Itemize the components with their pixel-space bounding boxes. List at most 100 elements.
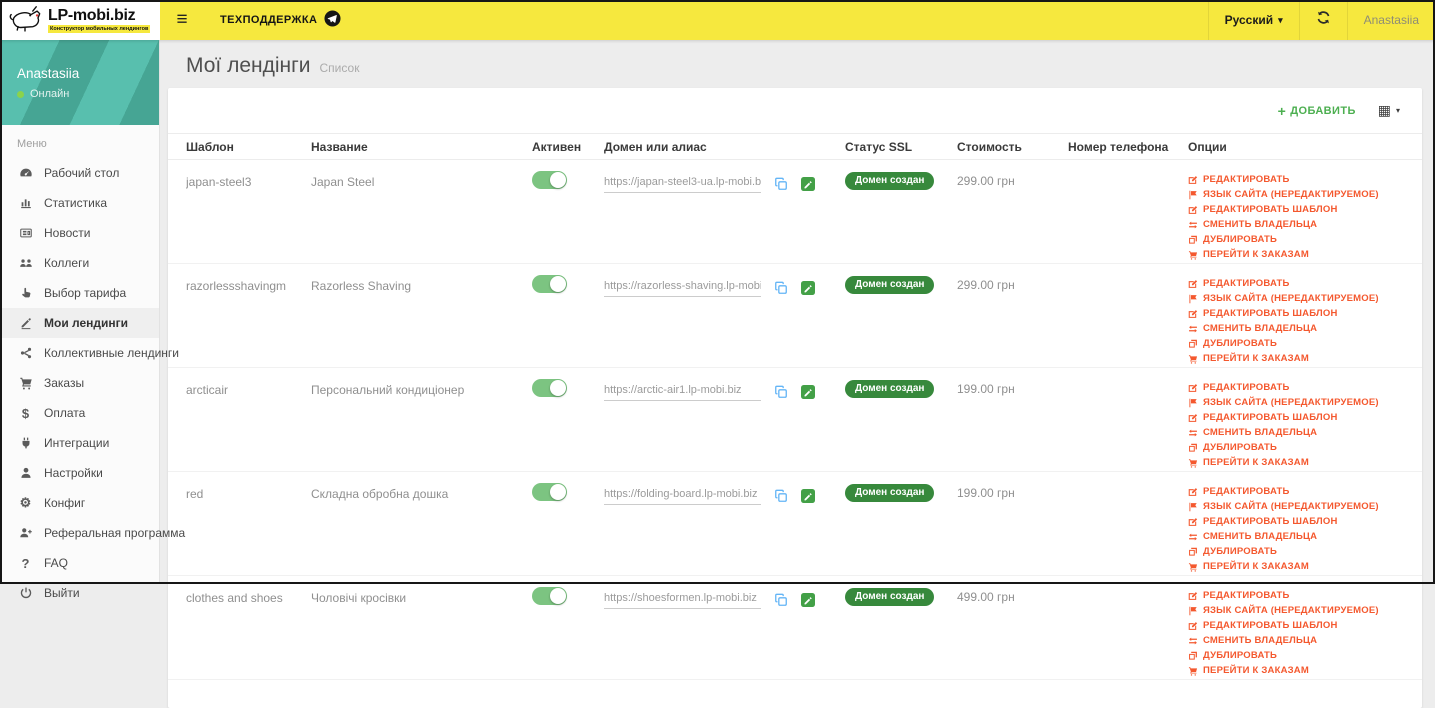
row-cost: 299.00 грн [957, 264, 1068, 367]
sidebar-item-my-landings[interactable]: Мои лендинги [0, 308, 159, 338]
option-edit-template[interactable]: РЕДАКТИРОВАТЬ ШАБЛОН [1188, 514, 1404, 529]
col-cost: Стоимость [957, 140, 1068, 154]
option-site-language[interactable]: ЯЗЫК САЙТА (НЕРЕДАКТИРУЕМОЕ) [1188, 395, 1404, 410]
active-toggle[interactable] [532, 379, 567, 397]
option-change-owner[interactable]: СМЕНИТЬ ВЛАДЕЛЬЦА [1188, 425, 1404, 440]
option-duplicate[interactable]: ДУБЛИРОВАТЬ [1188, 232, 1404, 247]
option-edit[interactable]: РЕДАКТИРОВАТЬ [1188, 484, 1404, 499]
topbar-username[interactable]: Anastasiia [1347, 0, 1435, 40]
col-active: Активен [532, 140, 604, 154]
option-label: СМЕНИТЬ ВЛАДЕЛЬЦА [1203, 427, 1317, 438]
option-label: СМЕНИТЬ ВЛАДЕЛЬЦА [1203, 219, 1317, 230]
option-edit-template[interactable]: РЕДАКТИРОВАТЬ ШАБЛОН [1188, 306, 1404, 321]
option-site-language[interactable]: ЯЗЫК САЙТА (НЕРЕДАКТИРУЕМОЕ) [1188, 187, 1404, 202]
row-phone [1068, 368, 1188, 471]
toggle-knob [550, 588, 566, 604]
sidebar-item-statistics[interactable]: Статистика [0, 188, 159, 218]
option-go-to-orders[interactable]: ПЕРЕЙТИ К ЗАКАЗАМ [1188, 247, 1404, 262]
sidebar: Anastasiia Онлайн Меню Рабочий стол Стат… [0, 40, 160, 584]
option-edit[interactable]: РЕДАКТИРОВАТЬ [1188, 172, 1404, 187]
sidebar-item-tariff[interactable]: Выбор тарифа [0, 278, 159, 308]
table-view-dropdown[interactable]: ▦ ▾ [1378, 102, 1400, 119]
sidebar-item-payment[interactable]: $ Оплата [0, 398, 159, 428]
row-template: razorlessshavingm [186, 264, 311, 367]
sidebar-item-colleagues[interactable]: Коллеги [0, 248, 159, 278]
copy-domain-icon[interactable] [774, 385, 788, 399]
orders-cart-icon [1188, 666, 1199, 676]
edit-domain-icon[interactable] [801, 281, 815, 295]
plus-icon: + [1278, 103, 1287, 119]
option-label: ДУБЛИРОВАТЬ [1203, 338, 1277, 349]
sidebar-item-integrations[interactable]: Интеграции [0, 428, 159, 458]
copy-domain-icon[interactable] [774, 489, 788, 503]
option-go-to-orders[interactable]: ПЕРЕЙТИ К ЗАКАЗАМ [1188, 663, 1404, 678]
active-toggle[interactable] [532, 587, 567, 605]
row-template: japan-steel3 [186, 160, 311, 263]
ssl-status-badge: Домен создан [845, 172, 934, 190]
sidebar-item-orders[interactable]: Заказы [0, 368, 159, 398]
option-label: РЕДАКТИРОВАТЬ [1203, 174, 1290, 185]
logo-title: LP-mobi.biz [48, 8, 150, 24]
domain-input[interactable] [604, 170, 761, 193]
chevron-down-icon: ▾ [1396, 106, 1400, 115]
copy-domain-icon[interactable] [774, 281, 788, 295]
hamburger-menu-icon[interactable]: ≡ [160, 9, 204, 31]
sidebar-item-dashboard[interactable]: Рабочий стол [0, 158, 159, 188]
sidebar-item-collective-landings[interactable]: Коллективные лендинги [0, 338, 159, 368]
active-toggle[interactable] [532, 483, 567, 501]
option-go-to-orders[interactable]: ПЕРЕЙТИ К ЗАКАЗАМ [1188, 559, 1404, 574]
page-title: Мої лендінги [186, 54, 311, 78]
option-edit[interactable]: РЕДАКТИРОВАТЬ [1188, 380, 1404, 395]
domain-input[interactable] [604, 586, 761, 609]
domain-input[interactable] [604, 274, 761, 297]
option-change-owner[interactable]: СМЕНИТЬ ВЛАДЕЛЬЦА [1188, 633, 1404, 648]
dashboard-icon [17, 166, 34, 180]
domain-input[interactable] [604, 378, 761, 401]
row-cost: 499.00 грн [957, 576, 1068, 679]
copy-domain-icon[interactable] [774, 593, 788, 607]
sidebar-item-settings[interactable]: Настройки [0, 458, 159, 488]
option-change-owner[interactable]: СМЕНИТЬ ВЛАДЕЛЬЦА [1188, 217, 1404, 232]
active-toggle[interactable] [532, 275, 567, 293]
active-toggle[interactable] [532, 171, 567, 189]
sidebar-item-logout[interactable]: Выйти [0, 578, 159, 608]
option-site-language[interactable]: ЯЗЫК САЙТА (НЕРЕДАКТИРУЕМОЕ) [1188, 291, 1404, 306]
table-row: clothes and shoes Чоловічі кросівки Дом [168, 576, 1422, 680]
option-duplicate[interactable]: ДУБЛИРОВАТЬ [1188, 440, 1404, 455]
language-dropdown[interactable]: Русский ▾ [1208, 0, 1299, 40]
option-duplicate[interactable]: ДУБЛИРОВАТЬ [1188, 544, 1404, 559]
option-edit[interactable]: РЕДАКТИРОВАТЬ [1188, 276, 1404, 291]
sidebar-item-news[interactable]: Новости [0, 218, 159, 248]
option-change-owner[interactable]: СМЕНИТЬ ВЛАДЕЛЬЦА [1188, 321, 1404, 336]
option-go-to-orders[interactable]: ПЕРЕЙТИ К ЗАКАЗАМ [1188, 351, 1404, 366]
edit-domain-icon[interactable] [801, 489, 815, 503]
option-duplicate[interactable]: ДУБЛИРОВАТЬ [1188, 336, 1404, 351]
col-domain: Домен или алиас [604, 140, 845, 154]
sidebar-item-referral[interactable]: Реферальная программа [0, 518, 159, 548]
edit-icon [1188, 175, 1199, 185]
refresh-button[interactable] [1299, 0, 1347, 40]
sidebar-user-name: Anastasiia [17, 66, 159, 81]
option-go-to-orders[interactable]: ПЕРЕЙТИ К ЗАКАЗАМ [1188, 455, 1404, 470]
option-change-owner[interactable]: СМЕНИТЬ ВЛАДЕЛЬЦА [1188, 529, 1404, 544]
option-site-language[interactable]: ЯЗЫК САЙТА (НЕРЕДАКТИРУЕМОЕ) [1188, 603, 1404, 618]
option-duplicate[interactable]: ДУБЛИРОВАТЬ [1188, 648, 1404, 663]
option-label: СМЕНИТЬ ВЛАДЕЛЬЦА [1203, 323, 1317, 334]
option-site-language[interactable]: ЯЗЫК САЙТА (НЕРЕДАКТИРУЕМОЕ) [1188, 499, 1404, 514]
option-edit[interactable]: РЕДАКТИРОВАТЬ [1188, 588, 1404, 603]
add-button[interactable]: + ДОБАВИТЬ [1278, 103, 1356, 119]
logo[interactable]: LP-mobi.biz Конструктор мобильных лендин… [0, 0, 160, 40]
edit-domain-icon[interactable] [801, 177, 815, 191]
orders-cart-icon [1188, 354, 1199, 364]
tariff-icon [17, 286, 34, 300]
edit-domain-icon[interactable] [801, 593, 815, 607]
domain-input[interactable] [604, 482, 761, 505]
copy-domain-icon[interactable] [774, 177, 788, 191]
option-edit-template[interactable]: РЕДАКТИРОВАТЬ ШАБЛОН [1188, 410, 1404, 425]
option-edit-template[interactable]: РЕДАКТИРОВАТЬ ШАБЛОН [1188, 618, 1404, 633]
sidebar-item-faq[interactable]: ? FAQ [0, 548, 159, 578]
edit-domain-icon[interactable] [801, 385, 815, 399]
sidebar-item-config[interactable]: ⚙ Конфиг [0, 488, 159, 518]
option-edit-template[interactable]: РЕДАКТИРОВАТЬ ШАБЛОН [1188, 202, 1404, 217]
support-button[interactable]: ТЕХПОДДЕРЖКА [204, 0, 357, 40]
